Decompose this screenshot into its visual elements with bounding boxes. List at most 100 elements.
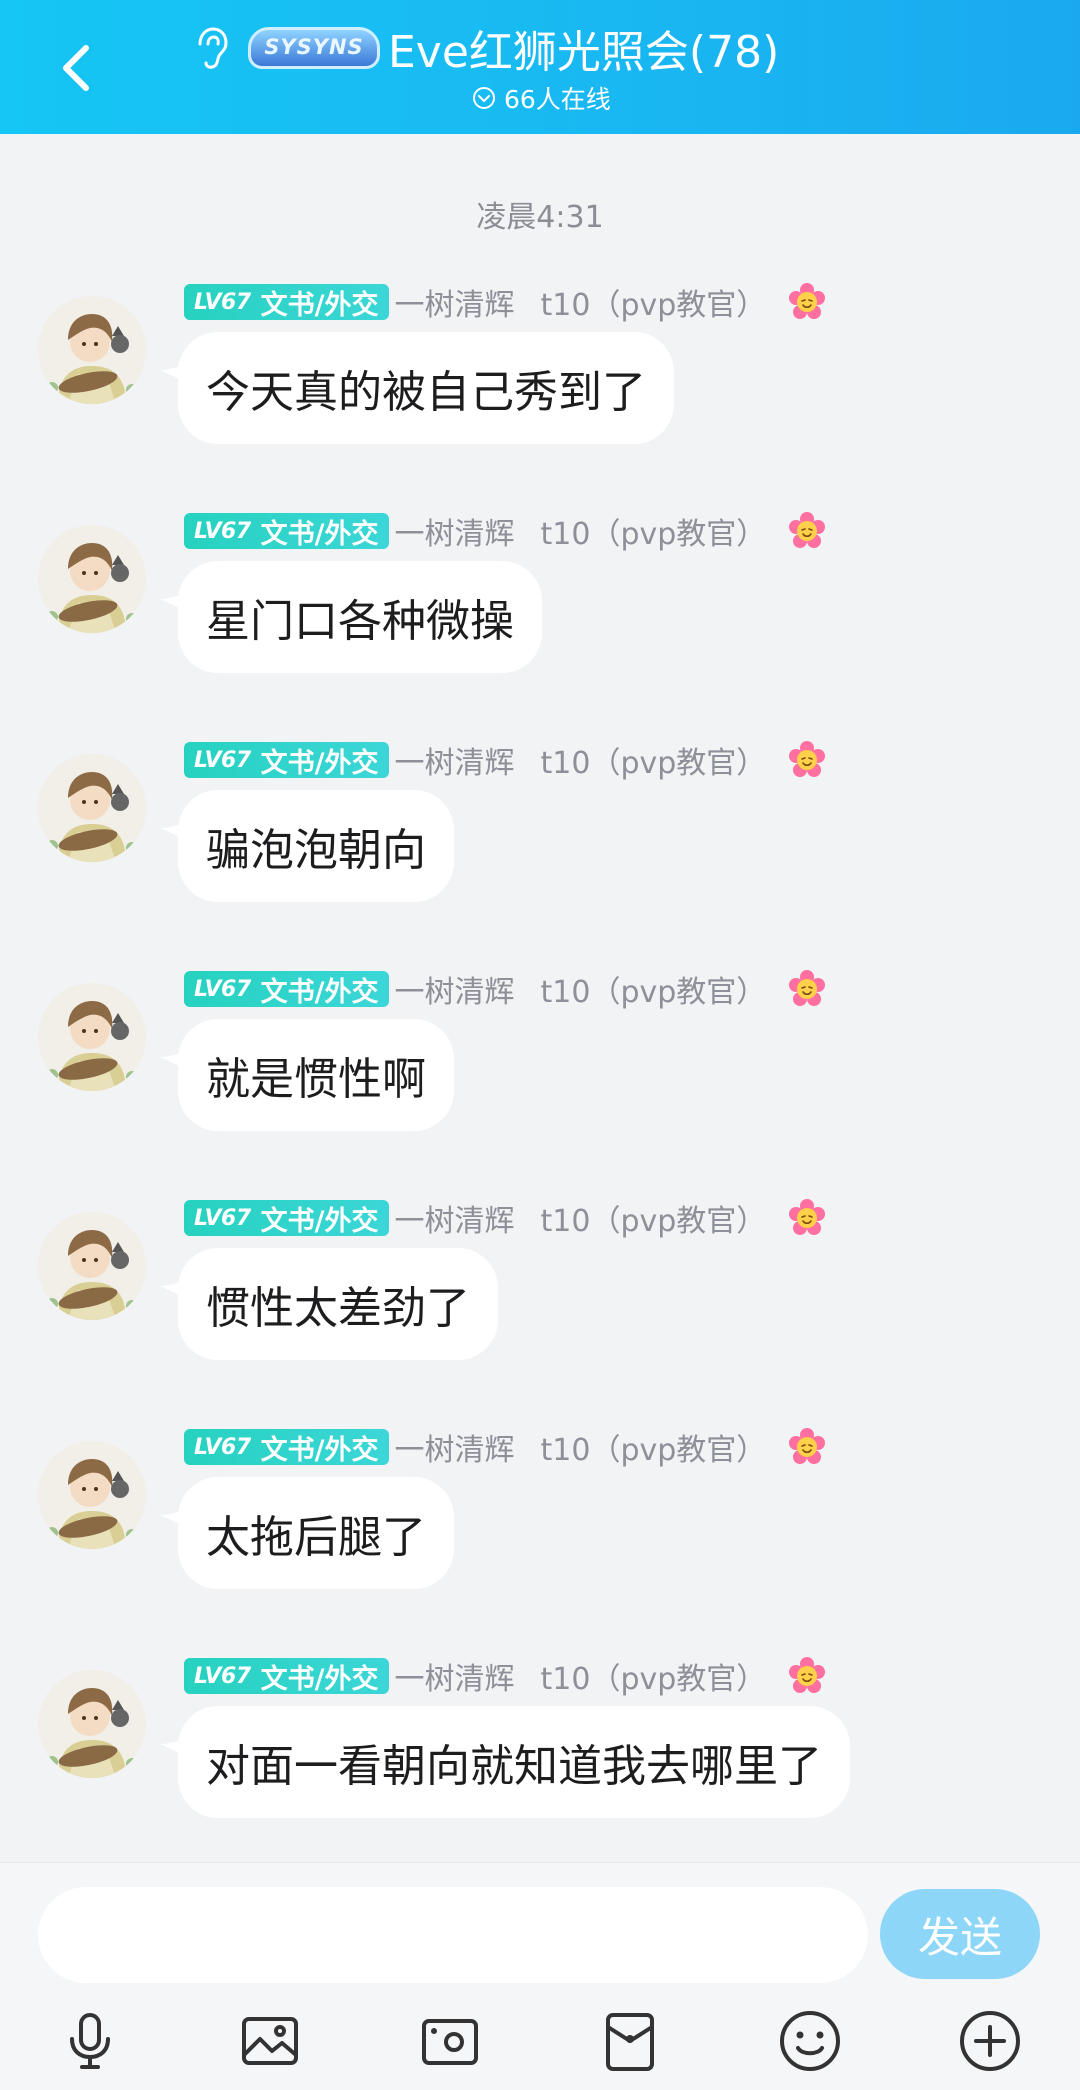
message-input[interactable] xyxy=(38,1887,868,1983)
message-text: 太拖后腿了 xyxy=(206,1512,426,1563)
message-text: 今天真的被自己秀到了 xyxy=(206,367,646,418)
role-label: 文书/外交 xyxy=(260,1663,379,1695)
image-icon xyxy=(242,2017,298,2065)
role-label: 文书/外交 xyxy=(260,747,379,779)
level-badge: LV67 xyxy=(194,747,251,773)
chevron-down-circle-icon xyxy=(473,87,495,109)
sender-title: t10（pvp教官） xyxy=(540,975,767,1010)
avatar[interactable] xyxy=(38,983,146,1091)
message-text: 对面一看朝向就知道我去哪里了 xyxy=(206,1741,822,1792)
flower-emoji-icon xyxy=(789,1199,826,1235)
sender-title: t10（pvp教官） xyxy=(540,1204,767,1239)
avatar[interactable] xyxy=(38,296,146,404)
message-text: 惯性太差劲了 xyxy=(206,1283,470,1334)
message-row: LV67 文书/外交 一树清辉 t10（pvp教官） 今天真的被自己秀到了 xyxy=(0,282,1080,502)
message-text: 就是惯性啊 xyxy=(206,1054,426,1105)
flower-emoji-icon xyxy=(789,741,826,777)
voice-button[interactable] xyxy=(50,2001,130,2081)
ear-icon[interactable] xyxy=(190,26,230,70)
role-label: 文书/外交 xyxy=(260,1434,379,1466)
role-label: 文书/外交 xyxy=(260,289,379,321)
emoji-icon xyxy=(780,2011,840,2071)
sender-nickname[interactable]: 一树清辉 xyxy=(395,967,515,1011)
message-row: LV67 文书/外交 一树清辉 t10（pvp教官） 就是惯性啊 xyxy=(0,969,1080,1189)
message-bubble[interactable]: 惯性太差劲了 xyxy=(178,1248,498,1360)
sender-title: t10（pvp教官） xyxy=(540,288,767,323)
online-status[interactable]: 66人在线 xyxy=(472,80,611,116)
sender-meta: LV67 文书/外交 一树清辉 t10（pvp教官） xyxy=(184,738,826,782)
avatar[interactable] xyxy=(38,1441,146,1549)
level-badge: LV67 xyxy=(194,1663,251,1689)
red-packet-button[interactable] xyxy=(590,2001,670,2081)
member-tag[interactable]: LV67 文书/外交 xyxy=(184,742,389,779)
group-title[interactable]: SYSYNS Eve红狮光照会(78) xyxy=(190,18,779,78)
role-label: 文书/外交 xyxy=(260,518,379,550)
sender-nickname[interactable]: 一树清辉 xyxy=(395,509,515,553)
sender-meta: LV67 文书/外交 一树清辉 t10（pvp教官） xyxy=(184,280,826,324)
sender-meta: LV67 文书/外交 一树清辉 t10（pvp教官） xyxy=(184,509,826,553)
sender-nickname[interactable]: 一树清辉 xyxy=(395,1425,515,1469)
sender-title: t10（pvp教官） xyxy=(540,517,767,552)
emoji-button[interactable] xyxy=(770,2001,850,2081)
message-text: 骗泡泡朝向 xyxy=(206,825,426,876)
sender-meta: LV67 文书/外交 一树清辉 t10（pvp教官） xyxy=(184,1196,826,1240)
level-badge: LV67 xyxy=(194,289,251,315)
member-tag[interactable]: LV67 文书/外交 xyxy=(184,284,389,321)
online-count: 66人在线 xyxy=(504,85,611,114)
level-badge: LV67 xyxy=(194,1205,251,1231)
message-timestamp: 凌晨4:31 xyxy=(476,200,604,235)
flower-emoji-icon xyxy=(789,283,826,319)
sender-meta: LV67 文书/外交 一树清辉 t10（pvp教官） xyxy=(184,1425,826,1469)
member-tag[interactable]: LV67 文书/外交 xyxy=(184,1429,389,1466)
message-bubble[interactable]: 太拖后腿了 xyxy=(178,1477,454,1589)
message-row: LV67 文书/外交 一树清辉 t10（pvp教官） 太拖后腿了 xyxy=(0,1427,1080,1647)
chat-header: SYSYNS Eve红狮光照会(78) 66人在线 xyxy=(0,0,1080,134)
message-row: LV67 文书/外交 一树清辉 t10（pvp教官） 骗泡泡朝向 xyxy=(0,740,1080,960)
message-row: LV67 文书/外交 一树清辉 t10（pvp教官） 惯性太差劲了 xyxy=(0,1198,1080,1418)
sender-nickname[interactable]: 一树清辉 xyxy=(395,1654,515,1698)
sender-title: t10（pvp教官） xyxy=(540,746,767,781)
sender-nickname[interactable]: 一树清辉 xyxy=(395,280,515,324)
message-bubble[interactable]: 星门口各种微操 xyxy=(178,561,542,673)
message-bubble[interactable]: 就是惯性啊 xyxy=(178,1019,454,1131)
role-label: 文书/外交 xyxy=(260,1205,379,1237)
sender-nickname[interactable]: 一树清辉 xyxy=(395,738,515,782)
red-packet-icon xyxy=(606,2013,654,2071)
send-button[interactable]: 发送 xyxy=(880,1889,1040,1979)
member-tag[interactable]: LV67 文书/外交 xyxy=(184,513,389,550)
member-tag[interactable]: LV67 文书/外交 xyxy=(184,971,389,1008)
role-label: 文书/外交 xyxy=(260,976,379,1008)
flower-emoji-icon xyxy=(789,1428,826,1464)
message-bubble[interactable]: 骗泡泡朝向 xyxy=(178,790,454,902)
avatar[interactable] xyxy=(38,1212,146,1320)
member-tag[interactable]: LV67 文书/外交 xyxy=(184,1200,389,1237)
message-row: LV67 文书/外交 一树清辉 t10（pvp教官） 对面一看朝向就知道我去哪里了 xyxy=(0,1656,1080,1876)
camera-icon xyxy=(422,2019,478,2065)
microphone-icon xyxy=(70,2013,110,2069)
avatar[interactable] xyxy=(38,1670,146,1778)
sender-meta: LV67 文书/外交 一树清辉 t10（pvp教官） xyxy=(184,967,826,1011)
level-badge: LV67 xyxy=(194,1434,251,1460)
message-text: 星门口各种微操 xyxy=(206,596,514,647)
message-bubble[interactable]: 对面一看朝向就知道我去哪里了 xyxy=(178,1706,850,1818)
plus-icon xyxy=(960,2011,1020,2071)
level-badge: LV67 xyxy=(194,976,251,1002)
avatar[interactable] xyxy=(38,754,146,862)
group-level-badge: SYSYNS xyxy=(248,27,380,69)
composer: 发送 xyxy=(0,1862,1080,2090)
level-badge: LV67 xyxy=(194,518,251,544)
member-tag[interactable]: LV67 文书/外交 xyxy=(184,1658,389,1695)
flower-emoji-icon xyxy=(789,512,826,548)
message-bubble[interactable]: 今天真的被自己秀到了 xyxy=(178,332,674,444)
image-button[interactable] xyxy=(230,2001,310,2081)
more-button[interactable] xyxy=(950,2001,1030,2081)
camera-button[interactable] xyxy=(410,2001,490,2081)
avatar[interactable] xyxy=(38,525,146,633)
sender-title: t10（pvp教官） xyxy=(540,1433,767,1468)
flower-emoji-icon xyxy=(789,970,826,1006)
sender-nickname[interactable]: 一树清辉 xyxy=(395,1196,515,1240)
flower-emoji-icon xyxy=(789,1657,826,1693)
sender-meta: LV67 文书/外交 一树清辉 t10（pvp教官） xyxy=(184,1654,826,1698)
back-button[interactable] xyxy=(48,36,104,100)
composer-toolbar xyxy=(0,2001,1080,2081)
